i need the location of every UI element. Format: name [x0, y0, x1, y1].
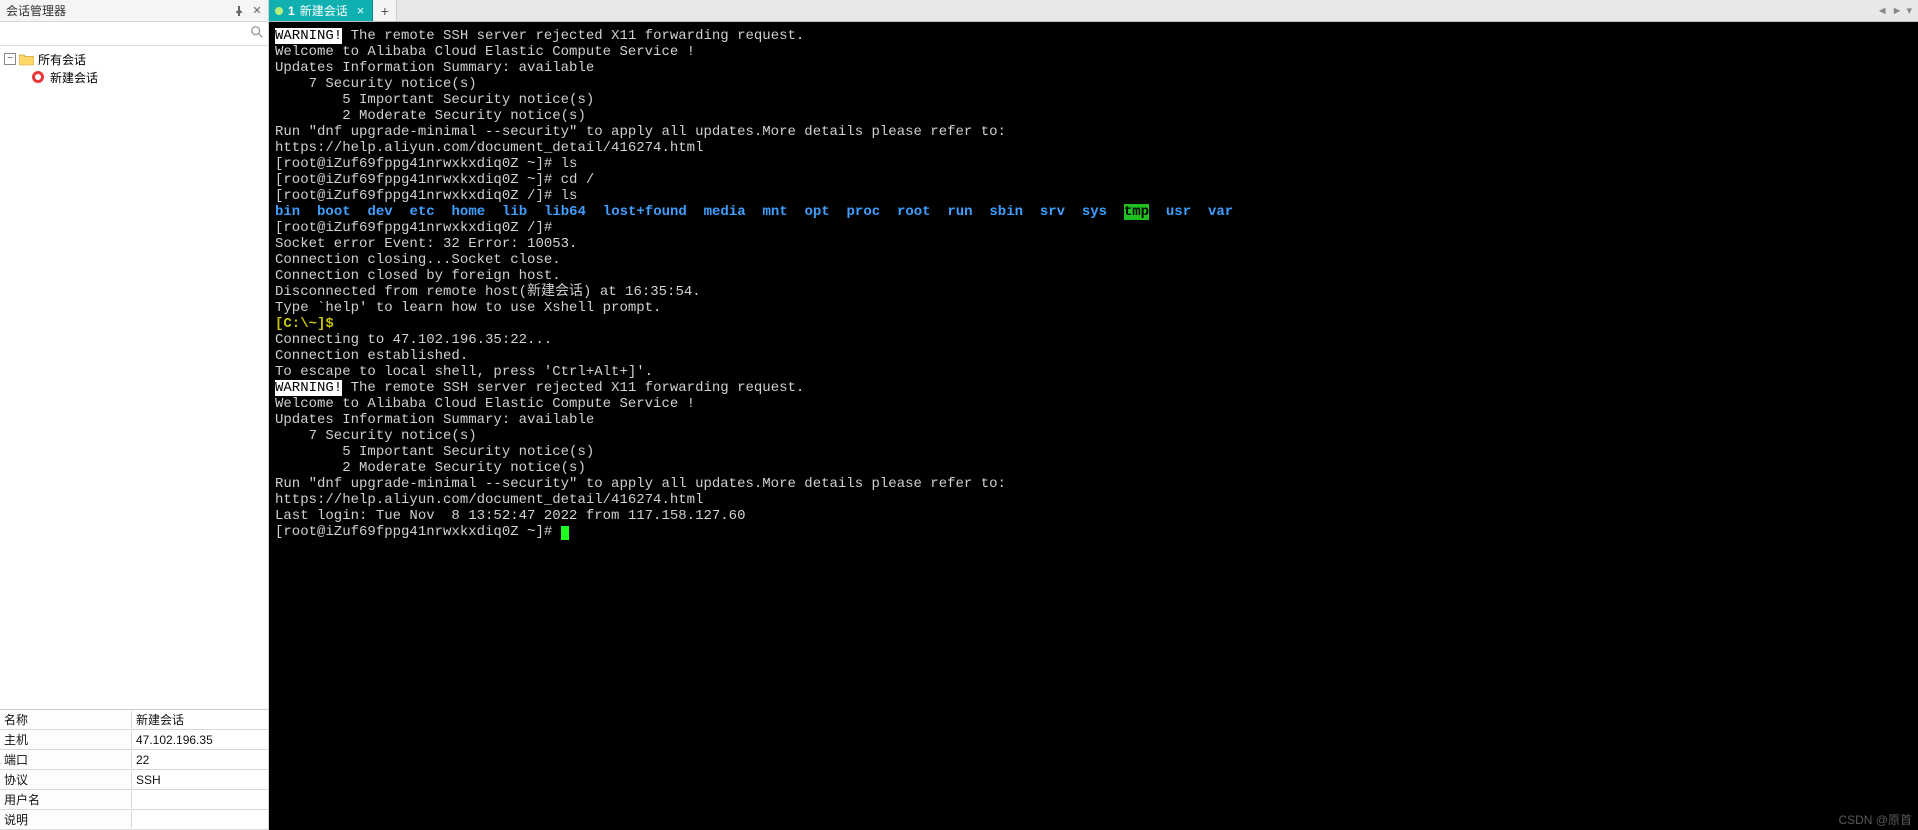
- prop-row-port: 端口 22: [0, 750, 268, 770]
- collapse-toggle-icon[interactable]: −: [4, 53, 16, 65]
- prop-val: SSH: [132, 773, 268, 787]
- tabbar-spacer: [397, 0, 1870, 21]
- tab-active[interactable]: 1 新建会话 ×: [269, 0, 373, 21]
- session-icon: [30, 69, 46, 85]
- prop-val: 22: [132, 753, 268, 767]
- sidebar-header: 会话管理器 ✕: [0, 0, 268, 22]
- terminal-output[interactable]: WARNING! The remote SSH server rejected …: [269, 22, 1918, 830]
- tab-next-icon[interactable]: ►: [1892, 5, 1903, 17]
- tab-status-icon: [275, 7, 283, 15]
- tree-root-item[interactable]: − 所有会话: [2, 50, 266, 68]
- prop-row-protocol: 协议 SSH: [0, 770, 268, 790]
- prop-key: 协议: [0, 771, 132, 788]
- prop-key: 说明: [0, 811, 132, 828]
- sidebar-header-icons: ✕: [232, 4, 264, 18]
- folder-icon: [19, 53, 34, 66]
- prop-row-user: 用户名: [0, 790, 268, 810]
- search-input[interactable]: [0, 23, 268, 45]
- pin-icon[interactable]: [232, 4, 246, 18]
- prop-key: 名称: [0, 711, 132, 728]
- search-row: [0, 22, 268, 46]
- tab-index: 1: [288, 4, 295, 18]
- tab-bar: 1 新建会话 × + ◄ ► ▾: [269, 0, 1918, 22]
- tabbar-nav: ◄ ► ▾: [1871, 0, 1918, 21]
- tree-session-item[interactable]: 新建会话: [2, 68, 266, 86]
- prop-row-desc: 说明: [0, 810, 268, 830]
- tab-label: 新建会话: [300, 2, 348, 19]
- session-tree[interactable]: − 所有会话 新建会话: [0, 46, 268, 709]
- prop-val: 新建会话: [132, 711, 268, 728]
- watermark: CSDN @原首: [1838, 812, 1912, 828]
- prop-row-host: 主机 47.102.196.35: [0, 730, 268, 750]
- tab-menu-icon[interactable]: ▾: [1906, 4, 1912, 17]
- main-area: 会话管理器 ✕ − 所有会话: [0, 0, 1918, 830]
- tree-root-label: 所有会话: [38, 51, 86, 68]
- properties-table: 名称 新建会话 主机 47.102.196.35 端口 22 协议 SSH 用户…: [0, 709, 268, 830]
- prop-val: 47.102.196.35: [132, 733, 268, 747]
- prop-row-name: 名称 新建会话: [0, 710, 268, 730]
- prop-key: 主机: [0, 731, 132, 748]
- tab-close-icon[interactable]: ×: [357, 3, 365, 18]
- content-area: 1 新建会话 × + ◄ ► ▾ WARNING! The remote SSH…: [269, 0, 1918, 830]
- tree-session-label: 新建会话: [50, 69, 98, 86]
- sidebar-title: 会话管理器: [4, 2, 232, 19]
- prop-key: 端口: [0, 751, 132, 768]
- session-manager-panel: 会话管理器 ✕ − 所有会话: [0, 0, 269, 830]
- tab-add-button[interactable]: +: [373, 0, 397, 21]
- prop-key: 用户名: [0, 791, 132, 808]
- close-panel-icon[interactable]: ✕: [250, 4, 264, 18]
- tab-prev-icon[interactable]: ◄: [1877, 5, 1888, 17]
